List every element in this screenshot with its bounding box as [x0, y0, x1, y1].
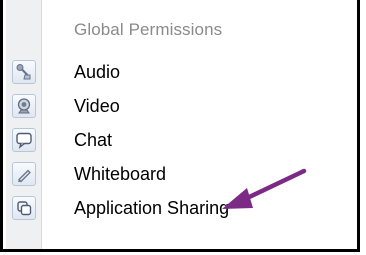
annotation-arrow-icon	[222, 168, 307, 209]
